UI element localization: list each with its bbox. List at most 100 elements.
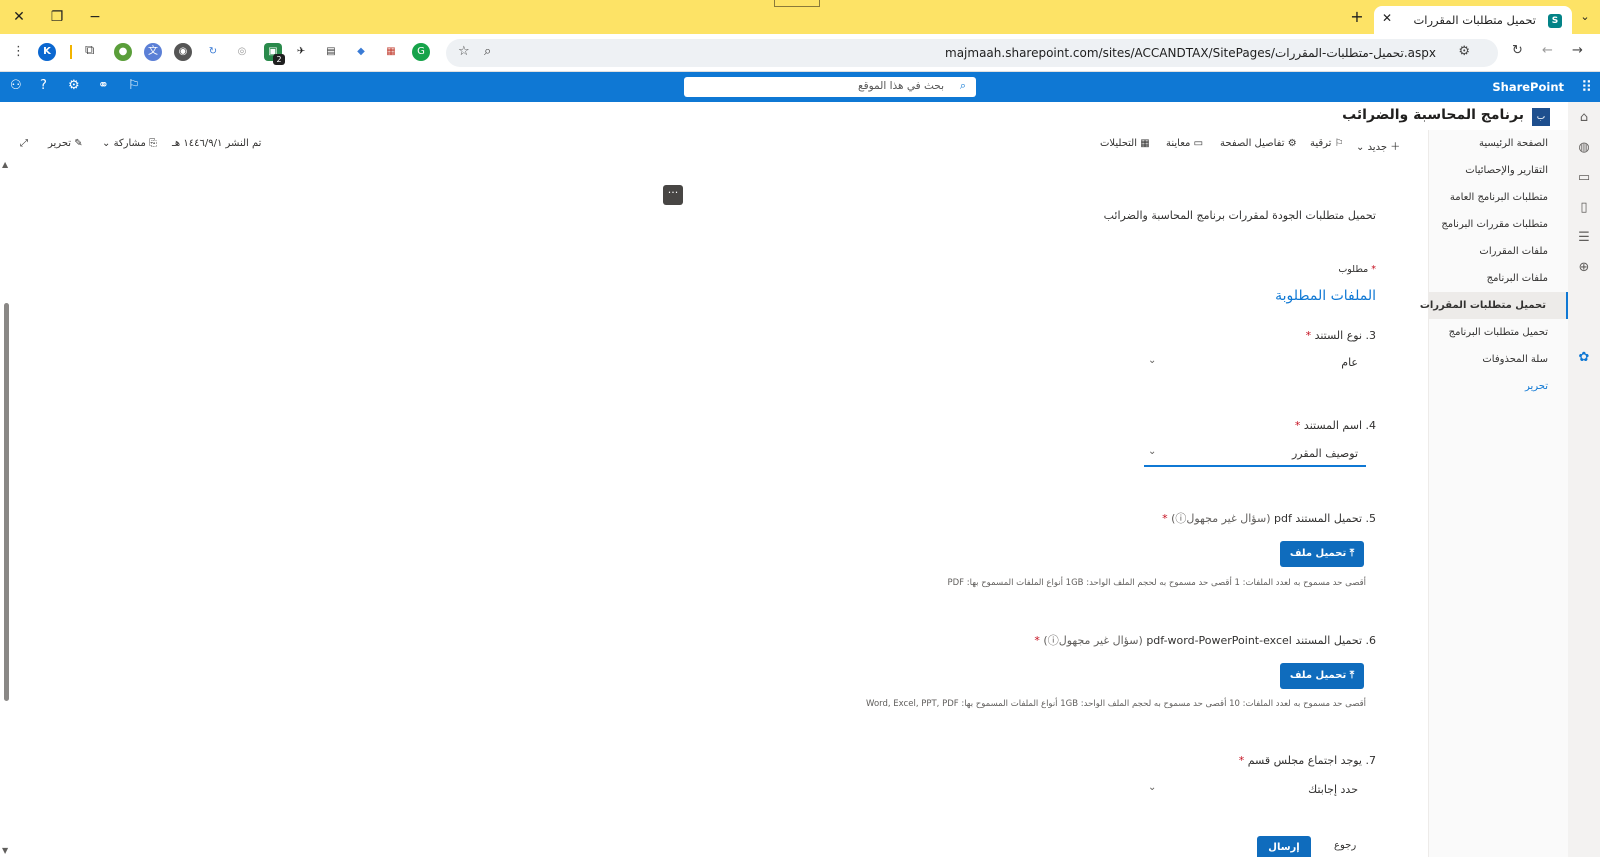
- expand-icon[interactable]: ⤢: [20, 138, 28, 149]
- nav-item-recycle-bin[interactable]: سلة المحذوفات: [1430, 346, 1548, 373]
- q6-upload-button[interactable]: ⤒ تحميل ملف: [1280, 663, 1364, 689]
- search-icon: ⌕: [959, 79, 966, 92]
- nav-edit-link[interactable]: تحرير: [1430, 373, 1548, 400]
- q4-label: 4. اسم المستند *: [1294, 419, 1376, 432]
- close-window-icon[interactable]: ✕: [8, 6, 30, 28]
- window-drag-handle[interactable]: [774, 0, 820, 7]
- share-settings-icon[interactable]: ⚭: [98, 78, 109, 93]
- extension-bird-icon[interactable]: ✈: [292, 43, 310, 61]
- news-icon[interactable]: ▭: [1576, 170, 1592, 185]
- extension-card-icon[interactable]: ▤: [322, 43, 340, 61]
- globe-icon[interactable]: ◍: [1576, 140, 1592, 155]
- submit-button[interactable]: إرسال: [1257, 836, 1311, 857]
- q5-upload-button[interactable]: ⤒ تحميل ملف: [1280, 541, 1364, 567]
- tab-title: تحميل متطلبات المقررات: [1413, 13, 1536, 27]
- sharepoint-favicon-icon: S: [1548, 14, 1562, 28]
- forward-icon[interactable]: ←: [1542, 43, 1553, 58]
- lists-icon[interactable]: ☰: [1576, 230, 1592, 245]
- zoom-icon[interactable]: ⌕: [484, 44, 491, 59]
- nav-item-reports[interactable]: التقارير والإحصائيات: [1430, 157, 1548, 184]
- grammarly-icon[interactable]: G: [412, 43, 430, 61]
- preview-button[interactable]: ▭ معاينة: [1166, 138, 1203, 149]
- scroll-down-icon[interactable]: ▼: [2, 846, 8, 855]
- q6-hint: أقصى حد مسموح به لعدد الملفات: 10 أقصى ح…: [866, 699, 1366, 709]
- toolbar-divider: [70, 45, 72, 59]
- section-title: الملفات المطلوبة: [1275, 288, 1376, 304]
- q4-dropdown[interactable]: توصيف المقرر ⌄: [1144, 443, 1366, 467]
- nav-item-program-files[interactable]: ملفات البرنامج: [1430, 265, 1548, 292]
- settings-icon[interactable]: ⚙: [68, 78, 80, 93]
- app-launcher-icon[interactable]: ⠿: [1581, 78, 1592, 96]
- q7-dropdown[interactable]: حدد إجابتك ⌄: [1144, 779, 1366, 803]
- browser-tab-active[interactable]: ✕ تحميل متطلبات المقررات S: [1374, 6, 1572, 34]
- extension-dark-icon[interactable]: ◉: [174, 43, 192, 61]
- extension-image-icon[interactable]: ▦: [382, 43, 400, 61]
- account-icon[interactable]: ⚇: [10, 78, 22, 93]
- q6-label: 6. تحميل المستند pdf-word-PowerPoint-exc…: [1034, 634, 1376, 647]
- add-icon[interactable]: ⊕: [1576, 260, 1592, 275]
- q5-hint: أقصى حد مسموح به لعدد الملفات: 1 أقصى حد…: [947, 578, 1366, 588]
- published-status: تم النشر ١٤٤٦/٩/١ هـ: [172, 138, 262, 149]
- home-icon[interactable]: ⌂: [1576, 110, 1592, 125]
- site-title[interactable]: برنامج المحاسبة والضرائب: [1342, 107, 1524, 123]
- q5-label: 5. تحميل المستند pdf (سؤال غير مجهولⓘ) *: [1162, 512, 1376, 525]
- extension-globe-icon[interactable]: ●: [114, 43, 132, 61]
- browser-toolbar: ⋮ K ⧉ ● 文 ◉ ↻ ◎ ▣ 2 ✈ ▤ ◆ ▦ G ☆ ⌕ majmaa…: [0, 34, 1600, 72]
- chevron-down-icon: ⌄: [1148, 446, 1157, 457]
- promote-icon: ⚐: [1334, 138, 1344, 149]
- site-logo[interactable]: ب: [1532, 108, 1550, 126]
- info-icon[interactable]: ⓘ): [1043, 634, 1058, 647]
- edit-button[interactable]: ✎ تحرير: [48, 138, 83, 149]
- nav-item-upload-program-requirements[interactable]: تحميل متطلبات البرنامج: [1430, 319, 1548, 346]
- extensions-icon[interactable]: ⧉: [85, 43, 94, 58]
- share-button[interactable]: ⎘ مشاركة ⌄: [102, 138, 157, 149]
- page-details-button[interactable]: ⚙ تفاصيل الصفحة: [1220, 138, 1297, 149]
- q7-value: حدد إجابتك: [1308, 783, 1358, 796]
- search-placeholder: بحث في هذا الموقع: [858, 80, 944, 92]
- back-icon[interactable]: →: [1572, 43, 1583, 58]
- nav-item-home[interactable]: الصفحة الرئيسية: [1430, 130, 1548, 157]
- tab-search-chevron-icon[interactable]: ⌄: [1574, 6, 1596, 28]
- upload-icon: ⤒: [1349, 670, 1355, 681]
- scrollbar-thumb[interactable]: [4, 303, 9, 701]
- nav-item-course-files[interactable]: ملفات المقررات: [1430, 238, 1548, 265]
- minimize-window-icon[interactable]: −: [84, 6, 106, 28]
- more-options-button[interactable]: ···: [663, 185, 683, 205]
- tab-close-icon[interactable]: ✕: [1382, 11, 1392, 25]
- preview-icon: ▭: [1193, 138, 1204, 149]
- url-text[interactable]: majmaah.sharepoint.com/sites/ACCANDTAX/S…: [945, 46, 1436, 60]
- new-button[interactable]: ＋ جديد ⌄: [1356, 138, 1400, 153]
- share-icon: ⎘: [149, 138, 158, 149]
- browser-menu-icon[interactable]: ⋮: [12, 44, 25, 59]
- q3-value: عام: [1341, 356, 1358, 369]
- extension-cap-icon[interactable]: ◆: [352, 43, 370, 61]
- nav-item-course-requirements[interactable]: متطلبات مقررات البرنامج: [1430, 211, 1548, 238]
- feedback-icon[interactable]: ⚐: [128, 78, 140, 93]
- site-info-icon[interactable]: ⚙: [1458, 44, 1470, 59]
- reload-icon[interactable]: ↻: [1512, 43, 1523, 58]
- help-icon[interactable]: ?: [40, 78, 47, 93]
- extension-web-icon[interactable]: ◎: [233, 43, 251, 61]
- site-search-box[interactable]: ⌕ بحث في هذا الموقع: [684, 77, 976, 97]
- q3-dropdown[interactable]: عام ⌄: [1144, 352, 1366, 376]
- bookmark-star-icon[interactable]: ☆: [458, 44, 470, 59]
- promote-button[interactable]: ⚐ ترقية: [1310, 138, 1344, 149]
- document-icon[interactable]: ▯: [1576, 200, 1592, 215]
- restore-window-icon[interactable]: ❐: [46, 6, 68, 28]
- back-button[interactable]: رجوع: [1334, 840, 1356, 851]
- copilot-icon[interactable]: ✿: [1576, 350, 1592, 365]
- profile-avatar[interactable]: K: [38, 43, 56, 61]
- analytics-button[interactable]: ▦ التحليلات: [1100, 138, 1150, 149]
- app-bar: ⌂ ◍ ▭ ▯ ☰ ⊕ ✿: [1568, 102, 1600, 857]
- new-tab-icon[interactable]: +: [1346, 6, 1368, 28]
- left-navigation: الصفحة الرئيسية التقارير والإحصائيات متط…: [1420, 130, 1568, 857]
- sharepoint-brand[interactable]: SharePoint: [1492, 80, 1564, 94]
- scroll-up-icon[interactable]: ▲: [2, 160, 8, 169]
- extension-refresh-icon[interactable]: ↻: [204, 43, 222, 61]
- address-bar[interactable]: ☆ ⌕ majmaah.sharepoint.com/sites/ACCANDT…: [446, 39, 1498, 67]
- info-icon[interactable]: ⓘ): [1171, 512, 1186, 525]
- nav-item-program-requirements[interactable]: متطلبات البرنامج العامة: [1430, 184, 1548, 211]
- extension-translate-icon[interactable]: 文: [144, 43, 162, 61]
- nav-item-upload-course-requirements[interactable]: تحميل متطلبات المقررات: [1420, 292, 1568, 319]
- form-intro: تحميل متطلبات الجودة لمقررات برنامج المح…: [1103, 209, 1376, 222]
